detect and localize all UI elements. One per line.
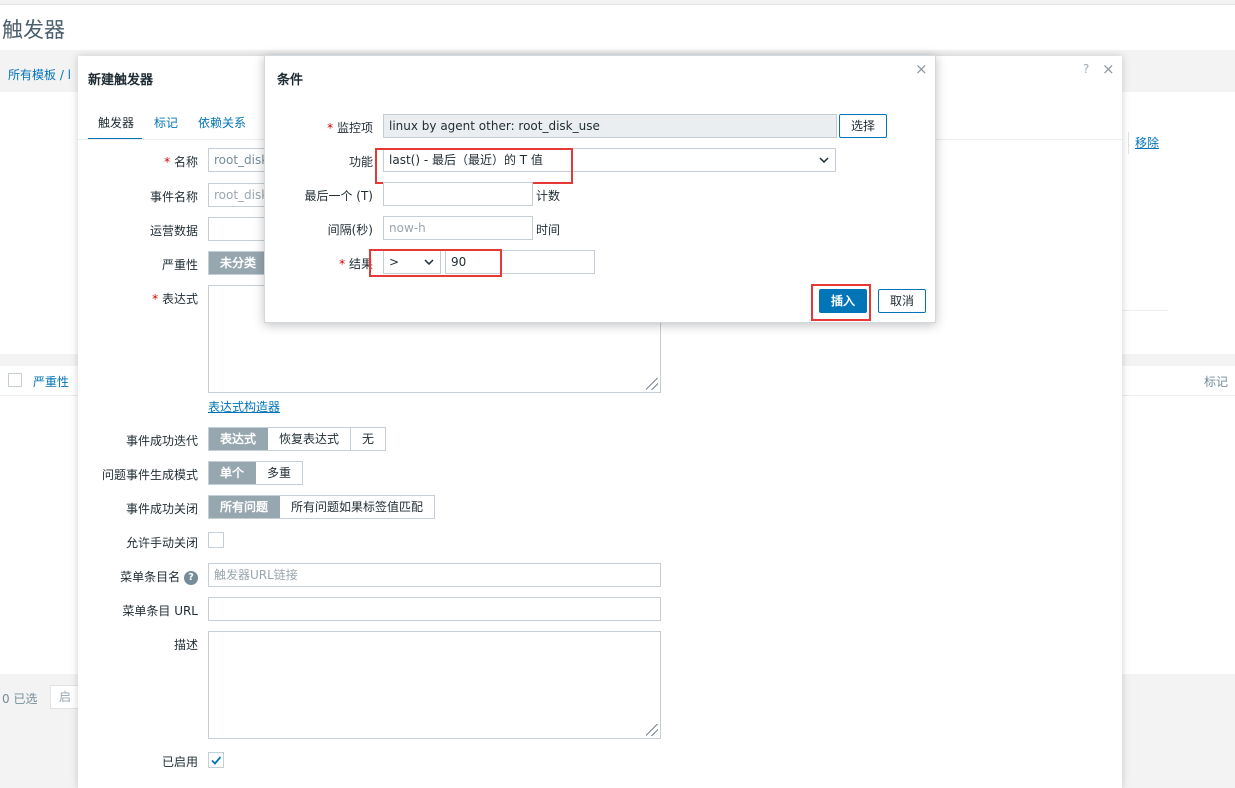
description-label: 描述 [173, 638, 198, 652]
menu-url-label: 菜单条目 URL [122, 604, 198, 618]
select-item-button[interactable]: 选择 [839, 114, 887, 138]
page-header [0, 5, 1235, 50]
ok-event-selector[interactable]: 表达式 恢复表达式 无 [208, 427, 387, 451]
expression-builder-link[interactable]: 表达式构造器 [208, 398, 280, 415]
enabled-label: 已启用 [161, 755, 198, 769]
highlight-box-function [375, 148, 573, 184]
close-icon[interactable]: × [1102, 60, 1115, 78]
column-header-severity[interactable]: 严重性 [33, 373, 69, 390]
last-t-suffix: 计数 [536, 189, 561, 203]
ok-close-option-tag-match[interactable]: 所有问题如果标签值匹配 [280, 496, 434, 518]
ok-close-label: 事件成功关闭 [125, 502, 198, 516]
page-title: 触发器 [2, 18, 65, 42]
ok-event-option-none[interactable]: 无 [351, 428, 385, 450]
item-label: 监控项 [265, 119, 373, 136]
interval-label: 间隔(秒) [327, 223, 373, 237]
highlight-box-insert [811, 284, 871, 321]
problem-mode-label: 问题事件生成模式 [101, 468, 198, 482]
expression-label: 表达式 [78, 290, 198, 307]
menu-name-label: 菜单条目名 ? [78, 568, 198, 585]
breadcrumb[interactable]: 所有模板 / l [8, 66, 71, 83]
tab-tags[interactable]: 标记 [154, 114, 178, 131]
ok-event-label: 事件成功迭代 [125, 434, 198, 448]
dialog-title: 新建触发器 [88, 73, 154, 88]
mass-action-button[interactable]: 启 [50, 685, 80, 709]
checkmark-icon [211, 756, 222, 765]
menu-name-input[interactable]: 触发器URL链接 [208, 563, 661, 587]
resize-handle-icon[interactable] [646, 724, 658, 736]
enabled-checkbox[interactable] [208, 752, 224, 768]
condition-modal: 条件 × 监控项 linux by agent other: root_disk… [264, 55, 936, 323]
tab-dependencies[interactable]: 依赖关系 [198, 114, 246, 131]
selected-count: 0 已选 [2, 692, 38, 706]
modal-title: 条件 [277, 73, 304, 88]
ok-close-option-all[interactable]: 所有问题 [209, 496, 281, 518]
ok-close-selector[interactable]: 所有问题 所有问题如果标签值匹配 [208, 495, 436, 519]
event-name-label: 事件名称 [149, 190, 198, 204]
close-icon[interactable]: × [915, 60, 928, 78]
description-textarea[interactable] [208, 631, 661, 739]
resize-handle-icon[interactable] [646, 378, 658, 390]
problem-mode-option-single[interactable]: 单个 [209, 462, 257, 484]
column-header-tags: 标记 [1204, 375, 1229, 389]
result-label: 结果 [265, 255, 373, 272]
help-icon[interactable]: ? [184, 570, 198, 585]
cancel-button[interactable]: 取消 [878, 289, 926, 313]
chevron-down-icon [818, 149, 830, 171]
severity-label: 严重性 [161, 258, 198, 272]
item-field: linux by agent other: root_disk_use [383, 114, 837, 138]
interval-suffix: 时间 [536, 223, 561, 237]
remove-link[interactable]: 移除 [1128, 132, 1159, 154]
last-t-label: 最后一个 (T) [304, 189, 373, 203]
function-label: 功能 [348, 155, 373, 169]
ok-event-option-expression[interactable]: 表达式 [209, 428, 269, 450]
manual-close-checkbox[interactable] [208, 532, 224, 548]
menu-url-input[interactable] [208, 597, 661, 621]
interval-input[interactable]: now-h [383, 216, 533, 240]
ok-event-option-recovery[interactable]: 恢复表达式 [268, 428, 352, 450]
severity-option-unclassified[interactable]: 未分类 [209, 252, 268, 274]
problem-mode-selector[interactable]: 单个 多重 [208, 461, 304, 485]
opdata-label: 运营数据 [149, 224, 198, 238]
tab-trigger[interactable]: 触发器 [88, 114, 143, 140]
highlight-box-result [369, 249, 502, 277]
manual-close-label: 允许手动关闭 [125, 536, 198, 550]
select-all-checkbox[interactable] [8, 373, 22, 387]
problem-mode-option-multiple[interactable]: 多重 [256, 462, 302, 484]
name-label: 名称 [78, 153, 198, 170]
mass-action-label: 启 [58, 690, 71, 704]
last-t-input[interactable] [383, 182, 533, 206]
help-icon[interactable]: ? [1083, 62, 1089, 76]
